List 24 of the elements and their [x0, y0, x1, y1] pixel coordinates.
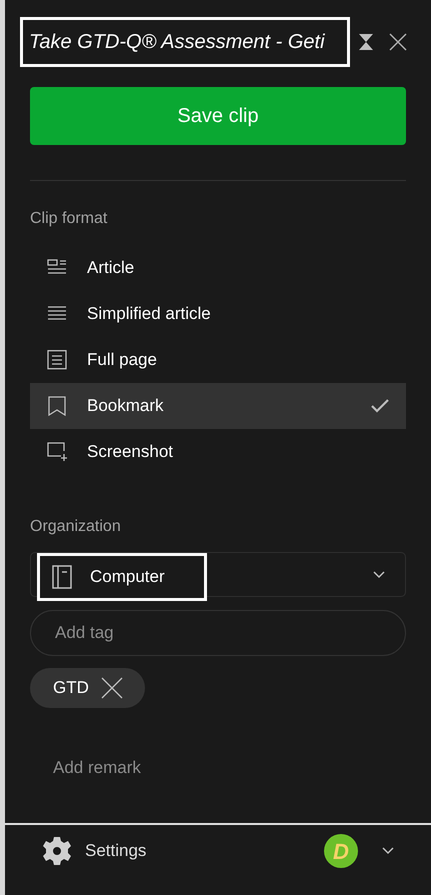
tag-chip[interactable]: GTD [30, 668, 145, 708]
clip-format-option[interactable]: Screenshot [30, 429, 406, 475]
close-icon[interactable] [388, 32, 408, 52]
clip-format-option[interactable]: Simplified article [30, 291, 406, 337]
section-label: Clip format [30, 209, 108, 229]
bookmark-icon [47, 396, 67, 416]
checkmark-icon [371, 399, 389, 413]
hourglass-icon[interactable] [358, 33, 374, 51]
note-title[interactable]: Take GTD-Q® Assessment - Geti [29, 27, 325, 57]
notebook-name: Computer [90, 566, 165, 588]
remove-icon[interactable] [100, 677, 123, 699]
chevron-down-icon[interactable] [382, 847, 394, 855]
clip-format-option[interactable]: Full page [30, 337, 406, 383]
settings-link[interactable]: Settings [85, 838, 146, 864]
screenshot-icon [47, 442, 67, 462]
clip-format-option[interactable]: Article [30, 245, 406, 291]
remark-input-field[interactable]: Add remark [30, 748, 406, 788]
page-icon [47, 350, 67, 370]
settings-icon[interactable] [42, 836, 72, 866]
notebook-icon [52, 565, 72, 589]
section-label: Organization [30, 517, 122, 537]
chevron-down-icon [373, 570, 385, 578]
tag-input-field[interactable]: Add tag [30, 610, 406, 656]
clip-format-option[interactable]: Bookmark [30, 383, 406, 429]
